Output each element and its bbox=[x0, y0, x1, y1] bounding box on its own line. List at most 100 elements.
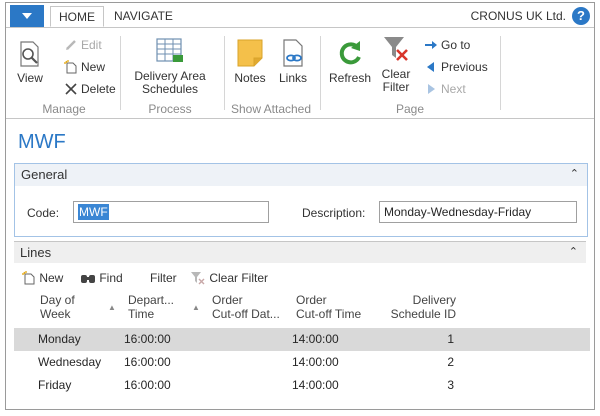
general-fasttab: General ⌃ Code: MWF Description: Monday-… bbox=[14, 163, 588, 237]
find-label: Find bbox=[99, 271, 123, 285]
help-icon[interactable]: ? bbox=[572, 7, 590, 25]
ribbon-separator bbox=[224, 36, 225, 110]
lines-grid-header: Day of Week ▲ Depart... Time ▲ Order Cut… bbox=[14, 293, 590, 329]
group-show-attached: Notes Links Show Attached bbox=[226, 32, 316, 118]
code-label: Code: bbox=[27, 206, 60, 220]
clear-filter-icon bbox=[384, 37, 408, 61]
col-header-cutoff-date[interactable]: Order Cut-off Dat... bbox=[212, 293, 280, 321]
view-button[interactable]: View bbox=[16, 40, 44, 85]
lines-header[interactable]: Lines ⌃ bbox=[14, 241, 586, 263]
page-title: MWF bbox=[18, 131, 66, 153]
col-header-cutoff-date-l2: Cut-off Dat... bbox=[212, 307, 280, 321]
cell-cutoff-time: 14:00:00 bbox=[292, 378, 339, 392]
links-icon bbox=[283, 39, 303, 67]
clear-label-line1: Clear bbox=[381, 67, 411, 81]
clear-label-line2: Filter bbox=[382, 80, 410, 94]
delete-label: Delete bbox=[81, 82, 116, 96]
delivery-label-line1: Delivery Area bbox=[134, 69, 206, 83]
filter-button[interactable]: Filter bbox=[150, 269, 177, 287]
refresh-button[interactable]: Refresh bbox=[328, 38, 372, 85]
group-page: Refresh Clear Filter Go to Previous Next bbox=[324, 32, 496, 118]
clear-filter-button[interactable]: Clear Filter bbox=[376, 34, 416, 94]
cell-depart: 16:00:00 bbox=[124, 355, 171, 369]
ribbon-separator bbox=[500, 36, 501, 110]
lines-header-label: Lines bbox=[20, 245, 52, 260]
delivery-label-line2: Schedules bbox=[141, 82, 199, 96]
group-manage-label: Manage bbox=[42, 102, 86, 116]
find-button[interactable]: Find bbox=[80, 269, 123, 287]
col-header-day-l2: Week bbox=[40, 307, 71, 321]
app-menu-button[interactable] bbox=[10, 5, 44, 27]
ribbon-separator bbox=[120, 36, 121, 110]
goto-label: Go to bbox=[441, 38, 471, 52]
cell-day: Wednesday bbox=[38, 355, 102, 369]
cell-cutoff-time: 14:00:00 bbox=[292, 332, 339, 346]
notes-button[interactable]: Notes bbox=[232, 38, 268, 85]
delete-icon bbox=[65, 83, 77, 95]
previous-icon bbox=[427, 62, 434, 72]
col-header-cutoff-time-l1: Order bbox=[296, 293, 327, 307]
new-icon bbox=[64, 60, 77, 74]
cell-schedule-id: 3 bbox=[447, 378, 454, 392]
clear-filter-lines-button[interactable]: Clear Filter bbox=[190, 269, 268, 287]
collapse-chevron-icon[interactable]: ⌃ bbox=[569, 242, 578, 263]
tab-bar: HOME NAVIGATE CRONUS UK Ltd. ? bbox=[6, 3, 594, 27]
group-process-label: Process bbox=[148, 102, 192, 116]
general-header[interactable]: General ⌃ bbox=[15, 164, 587, 186]
sort-arrow-icon: ▲ bbox=[192, 303, 200, 312]
table-row[interactable]: Friday 16:00:00 14:00:00 3 bbox=[14, 374, 590, 397]
group-process: Delivery Area Schedules Process bbox=[122, 32, 218, 118]
refresh-icon bbox=[339, 41, 361, 65]
new-label: New bbox=[81, 60, 106, 74]
col-header-schedule-l1: Delivery bbox=[412, 293, 456, 307]
cell-cutoff-time: 14:00:00 bbox=[292, 355, 339, 369]
cell-day: Friday bbox=[38, 378, 72, 392]
next-button[interactable]: Next bbox=[424, 80, 466, 98]
code-field[interactable]: MWF bbox=[73, 201, 269, 223]
new-button[interactable]: New bbox=[64, 58, 105, 76]
group-page-label: Page bbox=[395, 102, 425, 116]
goto-button[interactable]: Go to bbox=[424, 36, 470, 54]
lines-new-button[interactable]: New bbox=[22, 269, 63, 287]
group-show-attached-label: Show Attached bbox=[230, 102, 312, 116]
clear-filter-label: Clear Filter bbox=[209, 271, 269, 285]
col-header-schedule-id[interactable]: Delivery Schedule ID bbox=[388, 293, 456, 321]
previous-button[interactable]: Previous bbox=[424, 58, 488, 76]
edit-label: Edit bbox=[81, 38, 102, 52]
tab-navigate[interactable]: NAVIGATE bbox=[106, 6, 181, 27]
notes-icon bbox=[237, 39, 263, 67]
cell-day: Monday bbox=[38, 332, 81, 346]
delete-button[interactable]: Delete bbox=[64, 80, 116, 98]
col-header-depart-l2: Time bbox=[128, 307, 155, 321]
table-row[interactable]: Wednesday 16:00:00 14:00:00 2 bbox=[14, 351, 590, 374]
notes-label: Notes bbox=[234, 71, 266, 85]
links-button[interactable]: Links bbox=[276, 38, 310, 85]
tab-home[interactable]: HOME bbox=[50, 6, 104, 27]
delivery-schedules-icon bbox=[156, 38, 183, 62]
new-icon bbox=[22, 271, 35, 285]
col-header-cutoff-time-l2: Cut-off Time bbox=[296, 307, 362, 321]
ribbon-separator bbox=[320, 36, 321, 110]
edit-button[interactable]: Edit bbox=[64, 36, 102, 54]
code-value: MWF bbox=[78, 204, 109, 220]
sort-arrow-icon: ▲ bbox=[108, 303, 116, 312]
col-header-cutoff-time[interactable]: Order Cut-off Time bbox=[296, 293, 361, 321]
col-header-day-l1: Day of bbox=[40, 293, 75, 307]
company-name[interactable]: CRONUS UK Ltd. bbox=[471, 9, 566, 23]
cell-depart: 16:00:00 bbox=[124, 332, 171, 346]
collapse-chevron-icon[interactable]: ⌃ bbox=[570, 164, 579, 185]
find-icon bbox=[81, 275, 95, 283]
delivery-area-schedules-button[interactable]: Delivery Area Schedules bbox=[128, 36, 212, 96]
app-menu-icon bbox=[22, 13, 32, 19]
cell-depart: 16:00:00 bbox=[124, 378, 171, 392]
clear-filter-icon bbox=[191, 272, 205, 285]
goto-icon bbox=[425, 41, 437, 49]
ribbon: View Edit New Delete Manage Delivery Are… bbox=[6, 27, 594, 119]
col-header-depart-l1: Depart... bbox=[128, 293, 175, 307]
col-header-departure-time[interactable]: Depart... Time bbox=[128, 293, 174, 321]
table-row[interactable]: Monday 16:00:00 14:00:00 1 bbox=[14, 328, 590, 351]
description-field[interactable]: Monday-Wednesday-Friday bbox=[379, 201, 577, 223]
col-header-day-of-week[interactable]: Day of Week bbox=[40, 293, 75, 321]
cell-schedule-id: 1 bbox=[447, 332, 454, 346]
col-header-cutoff-date-l1: Order bbox=[212, 293, 243, 307]
